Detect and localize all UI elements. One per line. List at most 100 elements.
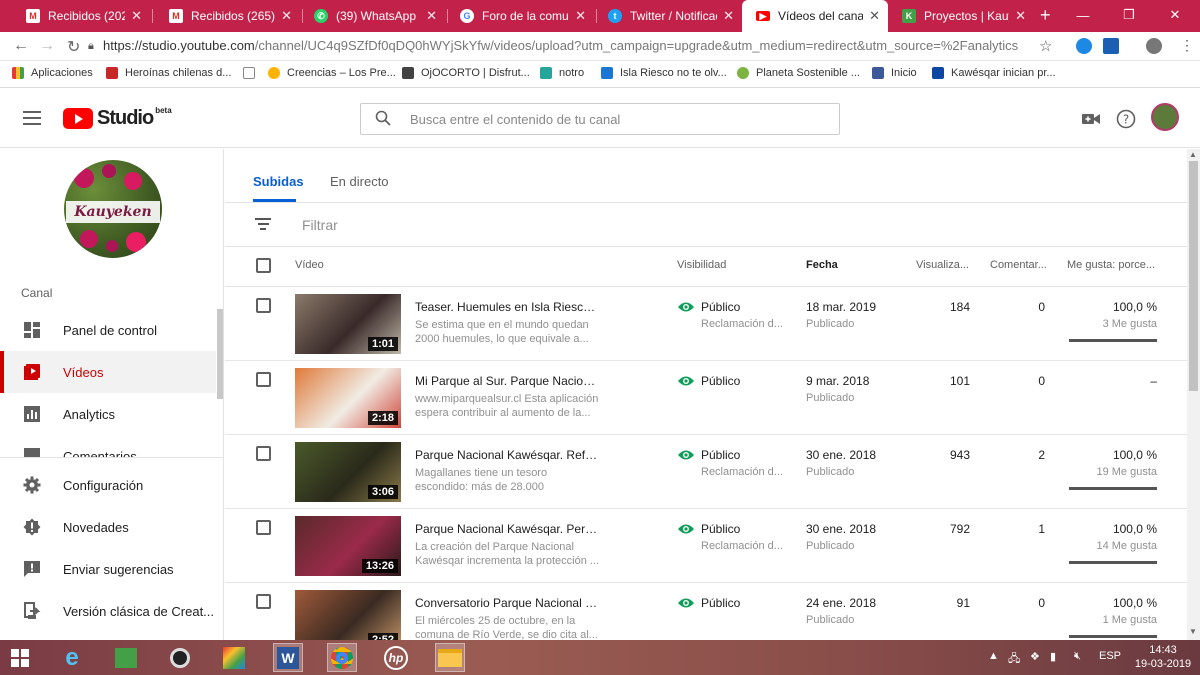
bookmark-item[interactable]: Isla Riesco no te olv... [601,67,727,79]
tab-uploads[interactable]: Subidas [253,174,304,189]
video-thumbnail[interactable]: 2:52 [295,590,401,640]
row-checkbox[interactable] [256,446,271,461]
visibility-value[interactable]: Público [701,300,740,314]
browser-tab-gmail-2[interactable]: M Recibidos (265) - ka ✕ [155,0,300,32]
visibility-value[interactable]: Público [701,522,740,536]
select-all-checkbox[interactable] [256,258,271,273]
table-row[interactable]: 13:26 Parque Nacional Kawésqar. Persp... L… [225,509,1187,583]
scroll-up-icon[interactable]: ▲ [1189,150,1197,159]
bookmark-item[interactable]: Heroínas chilenas d... [106,67,231,79]
tray-chevron-icon[interactable]: ▲ [988,650,999,662]
channel-search-input[interactable]: Busca entre el contenido de tu canal [360,103,840,135]
language-indicator[interactable]: ESP [1099,650,1121,662]
page-scrollbar[interactable]: ▲ ▼ [1187,149,1200,640]
url-field[interactable]: https://studio.youtube.com/channel/UC4q9… [103,38,1018,53]
battery-icon[interactable]: ▮ [1050,650,1056,663]
studio-logo[interactable]: Studio beta [63,106,172,130]
browser-tab-gmail-1[interactable]: M Recibidos (202) - g ✕ [12,0,150,32]
close-tab-icon[interactable]: ✕ [575,8,586,24]
chrome-icon[interactable] [327,643,357,672]
sidebar-item-settings[interactable]: Configuración [0,464,216,506]
filter-icon[interactable] [255,218,271,230]
video-title[interactable]: Parque Nacional Kawésqar. Persp... [415,522,600,536]
hp-icon[interactable]: hp [381,643,411,672]
scrollbar-thumb[interactable] [1189,161,1198,391]
bookmark-item[interactable]: Inicio [872,67,917,79]
visibility-value[interactable]: Público [701,596,740,610]
help-icon[interactable]: ? [1116,109,1136,129]
scroll-down-icon[interactable]: ▼ [1189,627,1197,636]
browser-tab-whatsapp[interactable]: ✆ (39) WhatsApp ✕ [300,0,445,32]
sidebar-item-analytics[interactable]: Analytics [0,393,216,435]
visibility-value[interactable]: Público [701,448,740,462]
camera-app-icon[interactable] [165,643,195,672]
hamburger-menu-icon[interactable] [23,111,41,125]
table-row[interactable]: 3:06 Parque Nacional Kawésqar. Refugi... M… [225,435,1187,509]
claim-status[interactable]: Reclamación d... [701,466,783,478]
close-tab-icon[interactable]: ✕ [1015,8,1026,24]
network-icon[interactable]: 🖧︎ [1008,650,1020,669]
sidebar-item-classic[interactable]: Versión clásica de Creat... [0,590,216,632]
volume-icon[interactable]: 🔇︎ [1074,650,1081,663]
sidebar-item-dashboard[interactable]: Panel de control [0,309,216,351]
table-row[interactable]: 1:01 Teaser. Huemules en Isla Riesco, u..… [225,287,1187,361]
row-checkbox[interactable] [256,520,271,535]
close-window-button[interactable]: ✕ [1152,0,1198,30]
forward-button[interactable]: → [39,37,55,55]
windows-start-icon[interactable] [5,643,35,672]
sidebar-scrollbar[interactable] [217,309,223,399]
row-checkbox[interactable] [256,594,271,609]
video-title[interactable]: Conversatorio Parque Nacional Ka... [415,596,600,610]
dropbox-icon[interactable]: ❖ [1030,650,1040,663]
bookmark-item[interactable]: Creencias – Los Pre... [268,67,396,79]
system-clock[interactable]: 14:43 19-03-2019 [1133,643,1193,671]
profile-icon[interactable] [1146,38,1162,54]
internet-explorer-icon[interactable]: e [57,643,87,672]
new-tab-button[interactable]: + [1040,5,1051,26]
browser-tab-twitter[interactable]: t Twitter / Notificaci ✕ [594,0,742,32]
skype-icon[interactable] [1076,38,1092,54]
back-button[interactable]: ← [13,37,29,55]
store-icon[interactable] [111,643,141,672]
video-title[interactable]: Parque Nacional Kawésqar. Refugi... [415,448,600,462]
column-header-visibility[interactable]: Visibilidad [677,259,726,271]
restore-button[interactable]: ❐ [1106,0,1152,30]
column-header-comments[interactable]: Comentar... [990,259,1047,271]
create-video-icon[interactable] [1081,109,1101,129]
bookmark-item[interactable]: notro [540,67,584,79]
row-checkbox[interactable] [256,298,271,313]
filter-input[interactable]: Filtrar [302,217,338,233]
video-thumbnail[interactable]: 1:01 [295,294,401,354]
extension-icon[interactable] [1103,38,1119,54]
column-header-date[interactable]: Fecha [806,259,838,271]
claim-status[interactable]: Reclamación d... [701,540,783,552]
bookmark-item[interactable]: Planeta Sostenible ... [737,67,860,79]
video-title[interactable]: Mi Parque al Sur. Parque Nacional ... [415,374,600,388]
bookmark-apps[interactable]: Aplicaciones [12,67,93,79]
sidebar-item-videos[interactable]: Vídeos [0,351,216,393]
bookmark-star-icon[interactable]: ☆ [1039,37,1052,55]
video-thumbnail[interactable]: 2:18 [295,368,401,428]
close-tab-icon[interactable]: ✕ [869,8,880,24]
close-tab-icon[interactable]: ✕ [723,8,734,24]
tab-live[interactable]: En directo [330,174,389,189]
reload-button[interactable]: ↻ [67,37,80,57]
video-thumbnail[interactable]: 3:06 [295,442,401,502]
claim-status[interactable]: Reclamación d... [701,318,783,330]
sidebar-item-news[interactable]: Novedades [0,506,216,548]
table-row[interactable]: 2:18 Mi Parque al Sur. Parque Nacional ..… [225,361,1187,435]
column-header-likes[interactable]: Me gusta: porce... [1067,259,1155,271]
file-explorer-icon[interactable] [435,643,465,672]
column-header-views[interactable]: Visualiza... [916,259,969,271]
word-icon[interactable]: W [273,643,303,672]
menu-dots-icon[interactable]: ⋮ [1180,37,1194,54]
row-checkbox[interactable] [256,372,271,387]
table-row[interactable]: 2:52 Conversatorio Parque Nacional Ka... E… [225,583,1187,640]
bookmark-item[interactable] [243,67,262,79]
sidebar-item-feedback[interactable]: Enviar sugerencias [0,548,216,590]
minimize-button[interactable]: — [1060,0,1106,30]
close-tab-icon[interactable]: ✕ [131,8,142,24]
video-title[interactable]: Teaser. Huemules en Isla Riesco, u... [415,300,600,314]
paint-app-icon[interactable] [219,643,249,672]
channel-avatar[interactable]: Kauyeken [64,160,162,258]
